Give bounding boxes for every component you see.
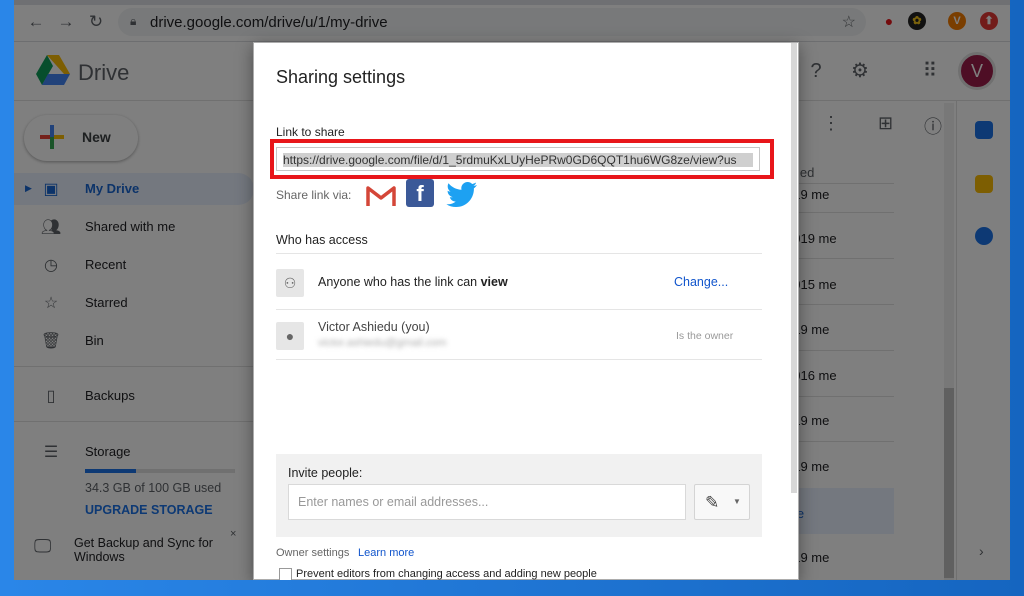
dialog-scrollbar[interactable] <box>790 43 798 493</box>
annotation-highlight-box <box>270 139 774 179</box>
invite-people-label: Invite people: <box>288 466 363 480</box>
invite-placeholder: Enter names or email addresses... <box>298 495 489 509</box>
twitter-icon[interactable] <box>446 181 478 209</box>
sharing-settings-dialog: Sharing settings Link to share https://d… <box>253 42 799 580</box>
gmail-icon[interactable] <box>366 185 396 207</box>
divider <box>276 309 762 310</box>
learn-more-link[interactable]: Learn more <box>358 547 414 559</box>
scrollbar-thumb[interactable] <box>791 43 797 493</box>
change-access-link[interactable]: Change... <box>674 275 728 289</box>
chevron-down-icon: ▼ <box>733 497 741 506</box>
who-has-access-heading: Who has access <box>276 233 368 247</box>
prevent-editors-checkbox[interactable] <box>279 568 292 580</box>
browser-window: ← → ↻ 🔒︎ drive.google.com/drive/u/1/my-d… <box>14 0 1010 580</box>
divider <box>276 253 762 254</box>
link-access-description: Anyone who has the link can view <box>318 275 508 289</box>
facebook-icon[interactable]: f <box>406 179 434 207</box>
access-text: Anyone who has the link can <box>318 275 481 289</box>
link-to-share-label: Link to share <box>276 125 345 139</box>
owner-email: victor.ashiedu@gmail.com <box>318 337 447 349</box>
invite-people-section: Invite people: Enter names or email addr… <box>276 454 762 537</box>
invite-email-input[interactable]: Enter names or email addresses... <box>288 484 686 520</box>
access-level: view <box>480 275 508 289</box>
owner-role-tag: Is the owner <box>676 330 734 342</box>
owner-settings-label: Owner settings <box>276 547 350 559</box>
divider <box>276 359 762 360</box>
person-icon: ● <box>276 322 304 350</box>
permission-dropdown-button[interactable]: ✎ ▼ <box>694 484 750 520</box>
owner-name: Victor Ashiedu (you) <box>318 320 430 334</box>
link-people-icon: ⚇ <box>276 269 304 297</box>
dialog-title: Sharing settings <box>276 67 406 87</box>
prevent-editors-label[interactable]: Prevent editors from changing access and… <box>296 568 597 580</box>
pencil-icon: ✎ <box>705 493 720 512</box>
share-via-label: Share link via: <box>276 188 352 202</box>
